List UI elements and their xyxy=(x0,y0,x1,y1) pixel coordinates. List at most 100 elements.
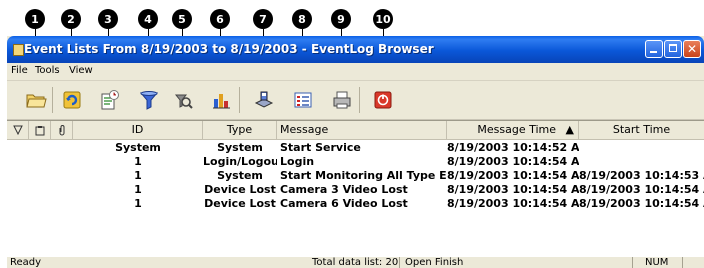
status-total: Total data list: 20 xyxy=(312,257,399,268)
cell-start-time: 8/19/2003 10:14:54 AM xyxy=(579,183,704,196)
close-button[interactable]: ✕ xyxy=(683,40,701,58)
cell-id: 1 xyxy=(134,155,142,168)
col-header-id[interactable]: ID xyxy=(73,121,203,139)
toolbar-separator xyxy=(359,87,360,113)
statistics-icon xyxy=(213,94,230,109)
col-header-type[interactable]: Type xyxy=(203,121,277,139)
cell-message-time: 8/19/2003 10:14:54 AM xyxy=(447,183,579,196)
status-divider xyxy=(632,257,633,268)
cell-start-time xyxy=(579,155,704,169)
stop-icon xyxy=(374,91,392,109)
refresh-button[interactable] xyxy=(59,87,85,113)
callout-2: 2 xyxy=(61,9,81,29)
menu-file[interactable]: File xyxy=(11,65,28,76)
cell-message-time: 8/19/2003 10:14:54 AM xyxy=(447,197,579,210)
cell-start-time: 8/19/2003 10:14:53 AM xyxy=(579,169,704,182)
sort-ascending-icon: ▲ xyxy=(565,123,574,136)
toolbar xyxy=(7,81,704,120)
cell-id: 1 xyxy=(134,183,142,196)
search-button[interactable] xyxy=(170,87,196,113)
menu-tools[interactable]: Tools xyxy=(35,65,60,76)
status-num-lock: NUM xyxy=(645,257,669,268)
cell-type: System xyxy=(217,141,263,154)
status-divider xyxy=(399,257,400,268)
table-row[interactable]: 1 Device Lost Camera 3 Video Lost 8/19/2… xyxy=(7,183,704,197)
cell-message-time: 8/19/2003 10:14:54 AM xyxy=(447,169,579,182)
table-row[interactable]: 1 Device Lost Camera 6 Video Lost 8/19/2… xyxy=(7,197,704,211)
table-row[interactable]: 1 Login/Logout Login 8/19/2003 10:14:54 … xyxy=(7,155,704,169)
cell-type: Login/Logout xyxy=(203,155,277,168)
close-icon: ✕ xyxy=(686,42,698,56)
print-button[interactable] xyxy=(329,87,355,113)
table-row[interactable]: System System Start Service 8/19/2003 10… xyxy=(7,141,704,155)
list-icon xyxy=(294,92,312,108)
cell-start-time: 8/19/2003 10:14:54 AM xyxy=(579,197,704,210)
callout-10: 10 xyxy=(373,9,393,29)
paperclip-icon xyxy=(59,125,64,136)
col-header-attachment[interactable] xyxy=(51,121,73,139)
filter-button[interactable] xyxy=(136,87,162,113)
status-ready: Ready xyxy=(10,257,42,268)
export-button[interactable] xyxy=(96,87,122,113)
menu-bar: File Tools View xyxy=(7,63,704,81)
cell-message: Camera 6 Video Lost xyxy=(280,197,408,210)
cell-message-time: 8/19/2003 10:14:52 AM xyxy=(447,141,579,154)
callout-4: 4 xyxy=(138,9,158,29)
list-button[interactable] xyxy=(290,87,316,113)
cell-id: 1 xyxy=(134,197,142,210)
table-row[interactable]: 1 System Start Monitoring All Type Event… xyxy=(7,169,704,183)
app-icon[interactable] xyxy=(13,44,24,56)
status-divider xyxy=(682,257,683,268)
save-button[interactable] xyxy=(251,87,277,113)
cell-type: System xyxy=(217,169,263,182)
callout-5: 5 xyxy=(172,9,192,29)
callout-7: 7 xyxy=(253,9,273,29)
grid-header: ID Type Message Message Time ▲ Start Tim… xyxy=(7,121,704,140)
filter-icon xyxy=(139,91,159,110)
menu-view[interactable]: View xyxy=(69,65,93,76)
maximize-button[interactable] xyxy=(664,40,682,58)
callout-1: 1 xyxy=(25,9,45,29)
cell-message: Start Monitoring All Type Events xyxy=(280,169,447,182)
export-icon xyxy=(101,90,119,110)
callout-3: 3 xyxy=(98,9,118,29)
message-time-label: Message Time xyxy=(477,123,557,136)
window-title: Event Lists From 8/19/2003 to 8/19/2003 … xyxy=(24,42,434,56)
col-header-note[interactable] xyxy=(29,121,51,139)
stop-button[interactable] xyxy=(370,87,396,113)
save-icon xyxy=(254,91,274,108)
cell-type: Device Lost xyxy=(204,183,276,196)
minimize-button[interactable] xyxy=(645,40,663,58)
cell-message: Login xyxy=(280,155,315,168)
printer-icon xyxy=(333,91,351,109)
col-header-start-time[interactable]: Start Time xyxy=(579,121,704,139)
cell-message: Start Service xyxy=(280,141,361,154)
maximize-icon xyxy=(669,44,677,52)
col-header-message[interactable]: Message xyxy=(277,121,447,139)
callout-6: 6 xyxy=(210,9,230,29)
toolbar-separator xyxy=(52,87,53,113)
status-open-finish: Open Finish xyxy=(405,257,464,268)
minimize-icon xyxy=(650,51,657,53)
open-folder-icon xyxy=(26,94,47,108)
event-list-grid[interactable]: ID Type Message Message Time ▲ Start Tim… xyxy=(7,120,704,258)
col-header-message-time[interactable]: Message Time ▲ xyxy=(447,121,579,139)
cell-message-time: 8/19/2003 10:14:54 AM xyxy=(447,155,579,168)
cell-id: 1 xyxy=(134,169,142,182)
refresh-icon xyxy=(63,91,81,109)
title-bar[interactable]: Event Lists From 8/19/2003 to 8/19/2003 … xyxy=(7,36,704,63)
cell-message: Camera 3 Video Lost xyxy=(280,183,408,196)
cell-start-time xyxy=(579,141,704,155)
col-header-flag[interactable] xyxy=(7,121,29,139)
clipboard-icon xyxy=(35,126,44,136)
status-bar: Ready Total data list: 20 Open Finish NU… xyxy=(7,257,704,268)
open-folder-button[interactable] xyxy=(23,87,49,113)
flag-icon xyxy=(12,125,23,136)
callout-9: 9 xyxy=(331,9,351,29)
toolbar-separator xyxy=(239,87,240,113)
statistics-button[interactable] xyxy=(208,87,234,113)
cell-type: Device Lost xyxy=(204,197,276,210)
search-icon xyxy=(174,94,193,109)
cell-id: System xyxy=(115,141,161,154)
callout-8: 8 xyxy=(292,9,312,29)
